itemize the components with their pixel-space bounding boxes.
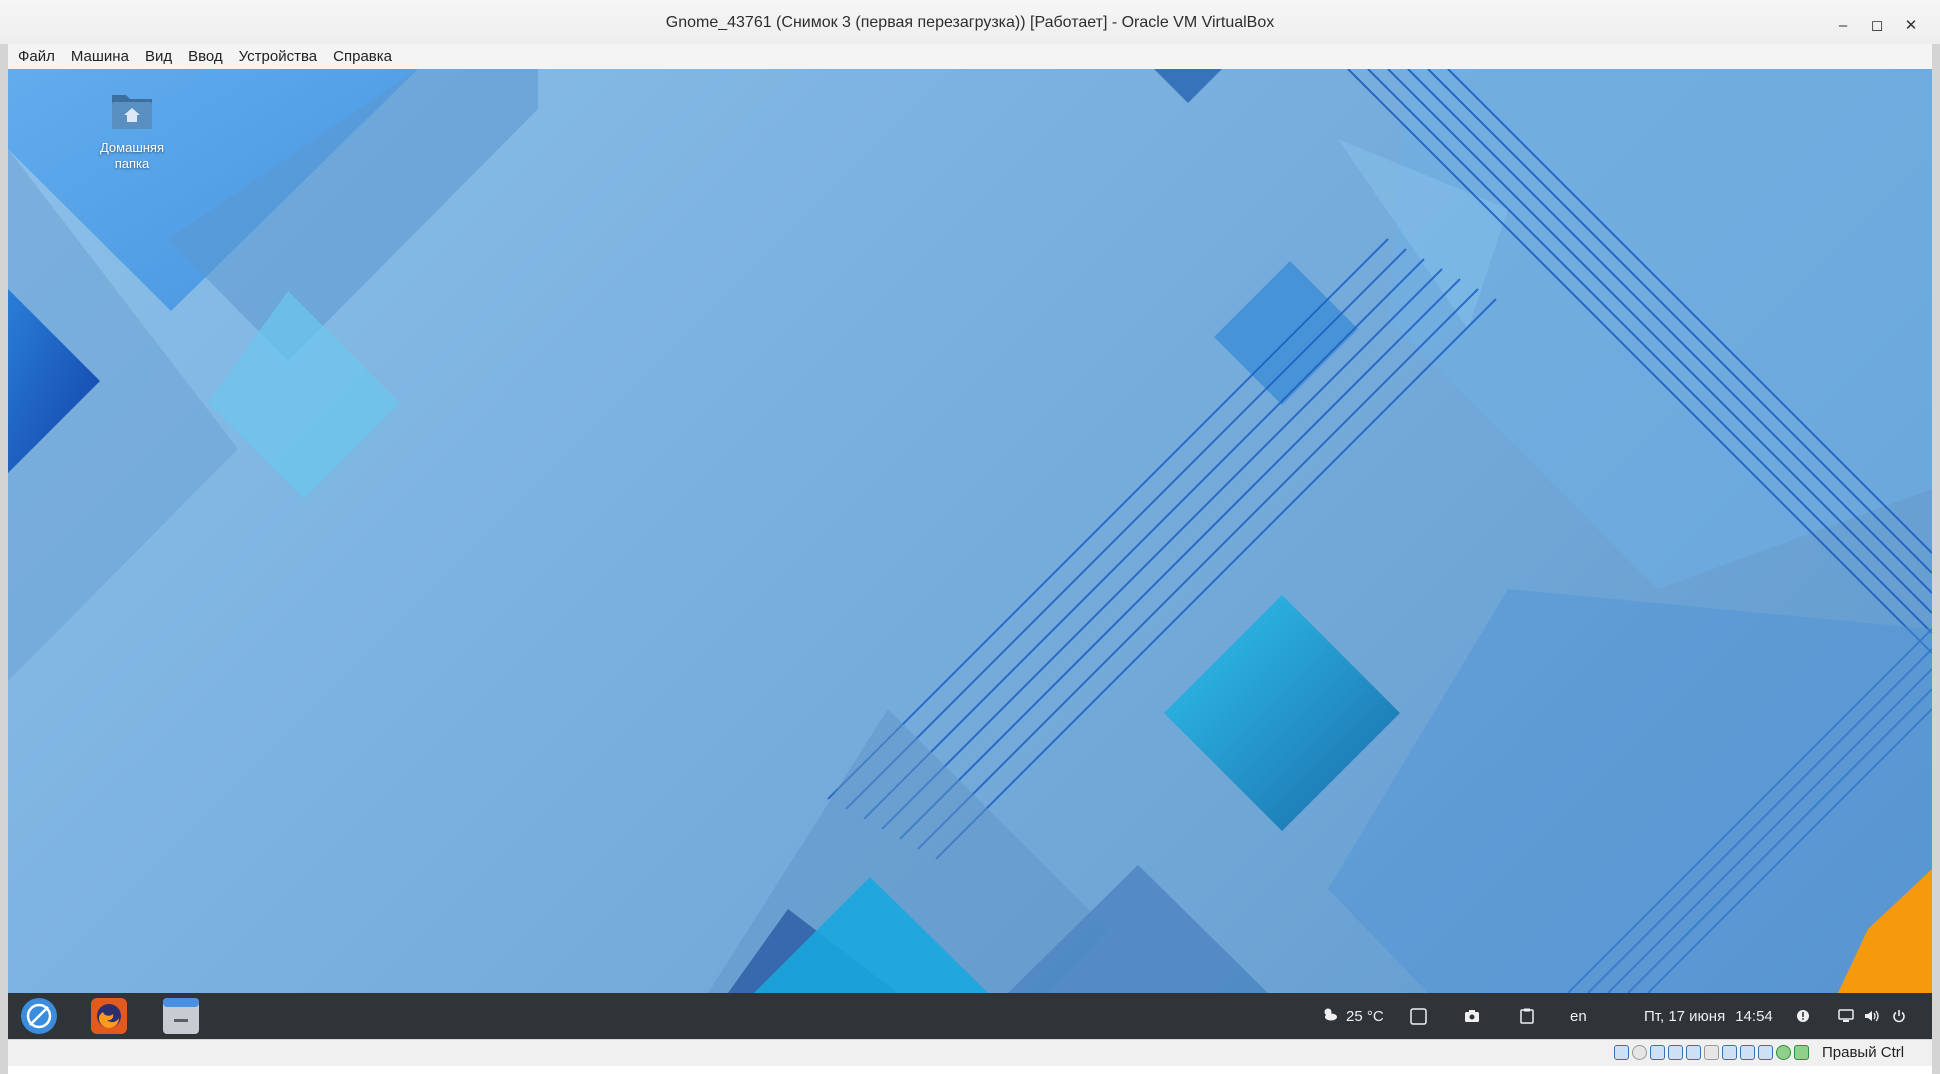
hard-disk-icon[interactable]: [1614, 1045, 1629, 1060]
clipboard-icon: [1520, 1008, 1534, 1024]
screenshot-button[interactable]: [1464, 993, 1480, 1039]
menu-input[interactable]: Ввод: [178, 48, 229, 65]
camera-icon: [1465, 1010, 1479, 1022]
menu-view[interactable]: Вид: [135, 48, 178, 65]
close-button[interactable]: ✕: [1900, 14, 1922, 36]
power-button[interactable]: [1892, 993, 1906, 1039]
window-title: Gnome_43761 (Снимок 3 (первая перезагруз…: [665, 14, 1275, 31]
power-icon: [1893, 1010, 1905, 1023]
notifications-button[interactable]: [1796, 993, 1810, 1039]
firefox-launcher[interactable]: [91, 993, 127, 1039]
audio-icon[interactable]: [1650, 1045, 1665, 1060]
network-icon[interactable]: [1668, 1045, 1683, 1060]
vm-status-bar: Правый Ctrl: [8, 1039, 1932, 1066]
files-launcher[interactable]: [163, 993, 199, 1039]
panel-date: Пт, 17 июня: [1644, 1007, 1726, 1025]
menu-logo-icon: [21, 998, 57, 1034]
clipboard-button[interactable]: [1520, 993, 1534, 1039]
info-icon: [1797, 1010, 1809, 1022]
keyboard-capture-icon[interactable]: [1794, 1045, 1809, 1060]
guest-taskbar: 25 °C en Пт, 17 июня 14:54: [8, 993, 1932, 1039]
app-menu-button[interactable]: [20, 993, 58, 1039]
minimize-button[interactable]: –: [1832, 14, 1854, 36]
weather-icon: [1322, 1006, 1338, 1026]
display-icon[interactable]: [1722, 1045, 1737, 1060]
mouse-integration-icon[interactable]: [1776, 1045, 1791, 1060]
menu-bar: Файл Машина Вид Ввод Устройства Справка: [8, 44, 1932, 69]
desktop-icon-label-line2: папка: [114, 156, 150, 171]
menu-devices[interactable]: Устройства: [229, 48, 323, 65]
files-icon: [163, 998, 199, 1034]
desktop-icon-label-line1: Домашняя: [99, 140, 165, 155]
window-frame-left: [0, 44, 8, 1074]
volume-button[interactable]: [1864, 993, 1880, 1039]
weather-temperature: 25 °C: [1346, 1007, 1384, 1025]
optical-drive-icon[interactable]: [1632, 1045, 1647, 1060]
keyboard-layout-indicator[interactable]: en: [1570, 993, 1587, 1039]
vm-device-icons: [1614, 1045, 1809, 1060]
host-key-label: Правый Ctrl: [1822, 1044, 1905, 1061]
guest-desktop[interactable]: Домашняя папка: [8, 69, 1932, 993]
display-button[interactable]: [1838, 993, 1854, 1039]
monitor-icon: [1838, 1009, 1854, 1022]
cpu-icon[interactable]: [1758, 1045, 1773, 1060]
desktop-wallpaper: [8, 69, 1932, 993]
firefox-icon: [91, 998, 127, 1034]
menu-file[interactable]: Файл: [8, 48, 61, 65]
recording-icon[interactable]: [1740, 1045, 1755, 1060]
panel-time: 14:54: [1735, 1007, 1773, 1025]
maximize-button[interactable]: ◻: [1866, 14, 1888, 36]
shared-folders-icon[interactable]: [1704, 1045, 1719, 1060]
workspace-indicator[interactable]: [1410, 993, 1427, 1039]
speaker-icon: [1865, 1010, 1879, 1022]
menu-help[interactable]: Справка: [323, 48, 398, 65]
usb-icon[interactable]: [1686, 1045, 1701, 1060]
menu-machine[interactable]: Машина: [61, 48, 135, 65]
home-folder-icon: [112, 95, 152, 129]
desktop-icon-home[interactable]: Домашняя папка: [84, 89, 180, 172]
datetime-indicator[interactable]: Пт, 17 июня 14:54: [1644, 993, 1773, 1039]
window-overview-icon: [1410, 1007, 1427, 1025]
window-frame-right: [1932, 44, 1940, 1074]
weather-indicator[interactable]: 25 °C: [1322, 993, 1384, 1039]
